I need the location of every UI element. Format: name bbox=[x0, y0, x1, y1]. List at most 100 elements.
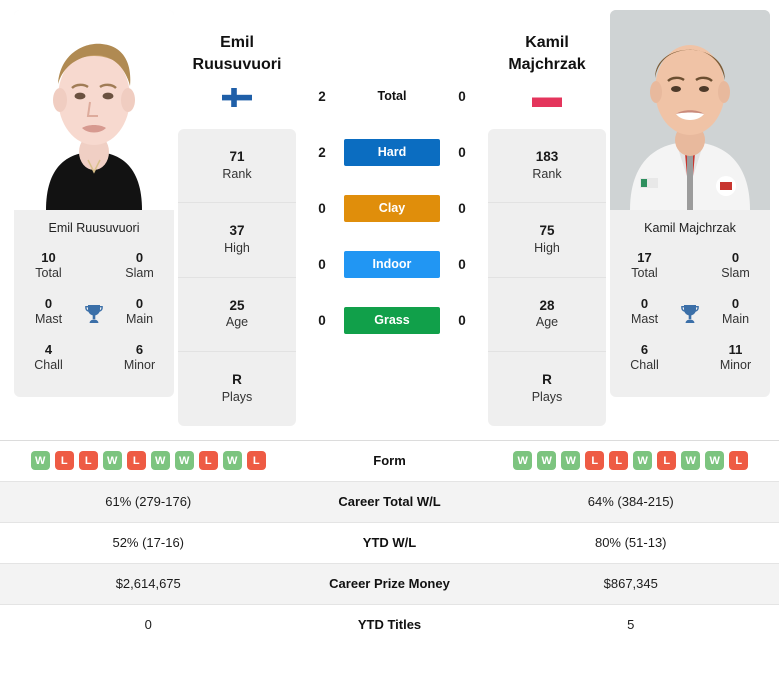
title-stat-minor: 11 Minor bbox=[707, 337, 764, 383]
title-stat-label: Slam bbox=[721, 266, 750, 281]
form-badge-loss[interactable]: L bbox=[609, 451, 629, 471]
table-row-career-prize-money: $2,614,675 Career Prize Money $867,345 bbox=[0, 562, 779, 604]
player-photo-kamil-majchrzak bbox=[610, 10, 770, 210]
title-stat-slam: 0 Slam bbox=[111, 245, 168, 291]
stat-value: 37 bbox=[229, 223, 245, 239]
h2h-left-score: 0 bbox=[318, 200, 326, 216]
h2h-total-label: Total bbox=[377, 89, 407, 103]
title-stat-value: 4 bbox=[44, 341, 53, 357]
title-stat-value: 10 bbox=[41, 250, 56, 265]
left-player-last-name: Ruusuvuori bbox=[192, 55, 282, 73]
stat-value: 25 bbox=[229, 297, 245, 313]
title-stat-value: 0 bbox=[135, 295, 144, 311]
right-player-card[interactable]: Kamil Majchrzak 17 Total 0 Slam 0 Mast 0… bbox=[610, 10, 770, 397]
title-stat-label: Slam bbox=[125, 266, 154, 281]
h2h-row-total: 2 Total 0 bbox=[300, 68, 484, 124]
surface-badge-grass[interactable]: Grass bbox=[344, 306, 440, 334]
stat-age: 28 Age bbox=[488, 278, 606, 353]
stat-value: 71 bbox=[229, 149, 245, 164]
table-row-label: YTD W/L bbox=[362, 535, 417, 551]
title-stat-label: Main bbox=[125, 312, 154, 327]
right-player-career-total-wl: 64% (384-215) bbox=[587, 494, 674, 510]
title-stat-label: Mast bbox=[630, 312, 659, 327]
stat-value: 183 bbox=[535, 149, 559, 164]
stat-value: R bbox=[232, 372, 242, 388]
form-badge-loss[interactable]: L bbox=[729, 451, 749, 471]
title-stat-slam: 0 Slam bbox=[707, 245, 764, 291]
left-player-card[interactable]: Emil Ruusuvuori 10 Total 0 Slam 0 Mast 0… bbox=[14, 10, 174, 397]
form-badge-win[interactable]: W bbox=[633, 451, 653, 471]
stat-value: 75 bbox=[539, 223, 555, 239]
form-badge-loss[interactable]: L bbox=[657, 451, 677, 471]
form-badge-win[interactable]: W bbox=[222, 451, 242, 471]
title-stat-mast: 0 Mast bbox=[616, 291, 673, 337]
title-stat-label: Total bbox=[35, 266, 62, 281]
form-badge-win[interactable]: W bbox=[102, 451, 122, 471]
surface-badge-hard[interactable]: Hard bbox=[344, 138, 440, 166]
title-stat-mast: 0 Mast bbox=[20, 291, 77, 337]
right-player-first-name: Kamil bbox=[525, 34, 569, 51]
form-badge-win[interactable]: W bbox=[561, 451, 581, 471]
table-row-label: Career Total W/L bbox=[338, 494, 441, 510]
title-stat-value: 6 bbox=[135, 341, 144, 357]
title-stat-value: 0 bbox=[640, 295, 649, 311]
form-badge-win[interactable]: W bbox=[537, 451, 557, 471]
title-stat-label: Chall bbox=[630, 358, 659, 372]
form-badge-loss[interactable]: L bbox=[198, 451, 218, 471]
title-stat-label: Minor bbox=[123, 358, 156, 372]
stat-rank: 183 Rank bbox=[488, 129, 606, 204]
title-stat-value: 0 bbox=[44, 295, 53, 311]
form-badge-loss[interactable]: L bbox=[246, 451, 266, 471]
form-badge-loss[interactable]: L bbox=[78, 451, 98, 471]
form-badge-win[interactable]: W bbox=[174, 451, 194, 471]
form-badge-win[interactable]: W bbox=[681, 451, 701, 471]
form-badge-win[interactable]: W bbox=[513, 451, 533, 471]
h2h-row-grass: 0 Grass 0 bbox=[300, 292, 484, 348]
form-badge-win[interactable]: W bbox=[30, 451, 50, 471]
h2h-left-score: 0 bbox=[318, 312, 326, 328]
stat-label: Rank bbox=[222, 166, 252, 181]
title-stat-main: 0 Main bbox=[111, 291, 168, 337]
left-player-career-prize-money: $2,614,675 bbox=[115, 576, 181, 592]
title-stat-label: Minor bbox=[719, 358, 752, 372]
title-stat-minor: 6 Minor bbox=[111, 337, 168, 383]
left-player-stat-column: Emil Ruusuvuori 71 Rank 37 High 25 Age R… bbox=[178, 10, 296, 426]
stat-label: High bbox=[534, 240, 560, 255]
left-player-form-list: WLLWLWWLWL bbox=[6, 451, 291, 471]
stat-age: 25 Age bbox=[178, 278, 296, 353]
stat-label: Plays bbox=[221, 389, 253, 404]
title-stat-value: 6 bbox=[640, 341, 649, 357]
title-stat-value: 0 bbox=[731, 295, 740, 311]
h2h-left-score: 0 bbox=[318, 256, 326, 272]
form-badge-win[interactable]: W bbox=[150, 451, 170, 471]
title-stat-value: 0 bbox=[731, 250, 740, 265]
left-player-stats-card: 71 Rank 37 High 25 Age R Plays bbox=[178, 129, 296, 426]
h2h-right-score: 0 bbox=[458, 144, 466, 160]
stat-rank: 71 Rank bbox=[178, 129, 296, 204]
left-player-heading: Emil Ruusuvuori bbox=[178, 10, 296, 129]
table-row-ytd-wl: 52% (17-16) YTD W/L 80% (51-13) bbox=[0, 521, 779, 563]
form-badge-loss[interactable]: L bbox=[585, 451, 605, 471]
h2h-right-score: 0 bbox=[458, 88, 466, 104]
form-badge-win[interactable]: W bbox=[705, 451, 725, 471]
table-row-label: Form bbox=[373, 453, 406, 469]
h2h-row-hard: 2 Hard 0 bbox=[300, 124, 484, 180]
surface-badge-indoor[interactable]: Indoor bbox=[344, 250, 440, 278]
form-badge-loss[interactable]: L bbox=[126, 451, 146, 471]
stat-label: Age bbox=[535, 315, 559, 330]
trophy-icon bbox=[77, 302, 111, 326]
h2h-row-clay: 0 Clay 0 bbox=[300, 180, 484, 236]
form-badge-loss[interactable]: L bbox=[54, 451, 74, 471]
surface-badge-clay[interactable]: Clay bbox=[344, 194, 440, 222]
stat-plays: R Plays bbox=[178, 352, 296, 425]
right-player-heading: Kamil Majchrzak bbox=[488, 10, 606, 129]
stat-high: 37 High bbox=[178, 203, 296, 278]
table-row-form: WLLWLWWLWL Form WWWLLWLWWL bbox=[0, 439, 779, 481]
stat-label: Rank bbox=[532, 166, 562, 181]
title-stat-main: 0 Main bbox=[707, 291, 764, 337]
title-stat-chall: 6 Chall bbox=[616, 337, 673, 383]
right-player-ytd-wl: 80% (51-13) bbox=[594, 535, 667, 551]
table-row-label: YTD Titles bbox=[357, 617, 422, 633]
left-player-name: Emil Ruusuvuori bbox=[48, 221, 140, 235]
stat-value: 28 bbox=[539, 297, 555, 313]
